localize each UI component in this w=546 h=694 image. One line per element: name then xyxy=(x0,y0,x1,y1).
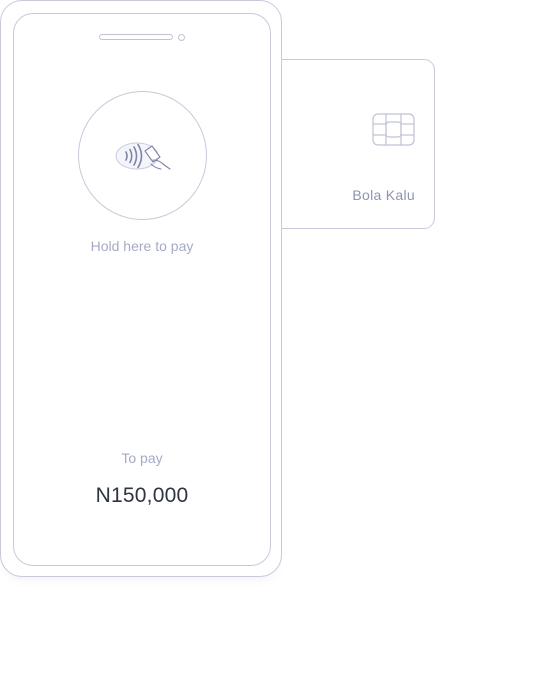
tap-to-pay-area[interactable] xyxy=(78,91,207,220)
to-pay-label: To pay xyxy=(121,450,163,466)
phone-camera xyxy=(178,34,185,41)
hold-to-pay-instruction: Hold here to pay xyxy=(90,238,194,254)
card-chip-icon xyxy=(372,113,415,146)
contactless-tap-icon xyxy=(115,142,171,170)
phone-frame: Hold here to pay To pay N150,000 xyxy=(0,0,282,577)
phone-speaker xyxy=(99,34,173,40)
payment-amount: N150,000 xyxy=(95,484,189,507)
